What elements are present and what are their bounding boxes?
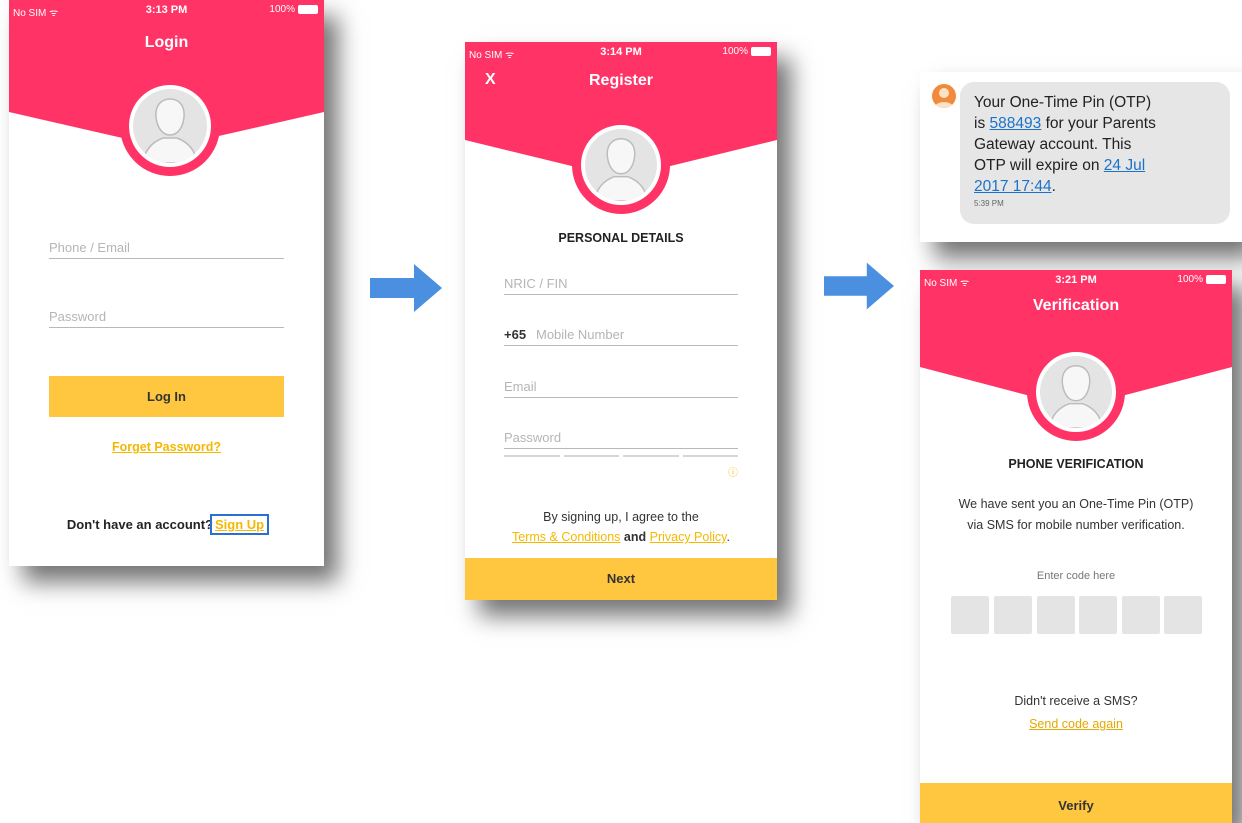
user-silhouette-icon — [1048, 364, 1104, 428]
login-button[interactable]: Log In — [49, 376, 284, 417]
period: . — [726, 530, 730, 544]
password-placeholder: Password — [504, 430, 562, 445]
mobile-placeholder: Mobile Number — [536, 327, 625, 342]
expiry-date-link[interactable]: 24 Jul — [1104, 157, 1145, 174]
resend-row: Send code again — [920, 717, 1232, 731]
mobile-input[interactable]: +65 Mobile Number — [504, 325, 738, 346]
battery-icon — [298, 5, 318, 14]
sms-line: Your One-Time Pin (OTP) — [974, 94, 1152, 111]
password-input[interactable]: Password — [49, 307, 284, 328]
strength-segment — [682, 455, 738, 457]
terms-text: By signing up, I agree to the Terms & Co… — [465, 507, 777, 547]
user-silhouette-icon — [142, 98, 198, 163]
sms-line: OTP will expire on 24 Jul — [974, 157, 1146, 174]
no-account-text: Don't have an account? — [66, 517, 213, 532]
no-sms-text: Didn't receive a SMS? — [1014, 694, 1138, 708]
sms-message: Your One-Time Pin (OTP) is 588493 for yo… — [920, 72, 1242, 242]
verify-button[interactable]: Verify — [920, 783, 1232, 823]
terms-link[interactable]: Terms & Conditions — [512, 530, 620, 544]
section-title: PHONE VERIFICATION — [1008, 457, 1144, 471]
signup-link[interactable]: Sign Up — [209, 514, 270, 535]
login-screen: No SIM ᯤ 3:13 PM 100% Login Phone / Emai… — [9, 0, 324, 566]
verification-message: We have sent you an One-Time Pin (OTP) v… — [920, 494, 1232, 536]
otp-digit-box[interactable] — [1122, 596, 1160, 634]
sender-avatar-icon — [932, 84, 956, 108]
and-text: and — [623, 530, 647, 544]
status-bar: No SIM ᯤ 3:13 PM 100% — [9, 0, 324, 20]
strength-segment — [563, 455, 619, 457]
otp-digit-box[interactable] — [951, 596, 989, 634]
terms-prefix: By signing up, I agree to the — [543, 510, 699, 524]
forget-password-link[interactable]: Forget Password? — [112, 440, 221, 454]
avatar[interactable] — [572, 116, 670, 214]
phone-email-input[interactable]: Phone / Email — [49, 238, 284, 259]
password-strength-meter — [504, 455, 738, 457]
nric-input[interactable]: NRIC / FIN — [504, 274, 738, 295]
country-code: +65 — [504, 327, 527, 342]
email-input[interactable]: Email — [504, 377, 738, 398]
section-title: PERSONAL DETAILS — [558, 231, 684, 245]
otp-digit-box[interactable] — [1164, 596, 1202, 634]
forget-password-row: Forget Password? — [9, 440, 324, 454]
code-label: Enter code here — [1036, 570, 1116, 582]
expiry-time-link[interactable]: 2017 17:44 — [974, 178, 1052, 195]
sms-line: is 588493 for your Parents — [974, 115, 1156, 132]
battery-icon — [1206, 275, 1226, 284]
otp-digit-box[interactable] — [1037, 596, 1075, 634]
avatar[interactable] — [1027, 343, 1125, 441]
status-bar: No SIM ᯤ 3:14 PM 100% — [465, 42, 777, 62]
next-button[interactable]: Next — [465, 558, 777, 600]
message-line: We have sent you an One-Time Pin (OTP) — [958, 497, 1194, 511]
send-code-again-link[interactable]: Send code again — [1029, 717, 1123, 731]
otp-digit-box[interactable] — [1079, 596, 1117, 634]
password-placeholder: Password — [49, 309, 107, 324]
signup-row: Don't have an account? Sign Up — [9, 514, 324, 535]
otp-code-link[interactable]: 588493 — [990, 115, 1042, 132]
password-input[interactable]: Password — [504, 428, 738, 449]
privacy-link[interactable]: Privacy Policy — [650, 530, 727, 544]
sms-line: Gateway account. This — [974, 136, 1132, 153]
battery-icon — [751, 47, 771, 56]
message-line: via SMS for mobile number verification. — [967, 518, 1185, 532]
strength-segment — [504, 455, 560, 457]
page-title: Register — [588, 72, 654, 89]
strength-segment — [623, 455, 679, 457]
battery-indicator: 100% — [269, 4, 318, 15]
battery-indicator: 100% — [722, 46, 771, 57]
battery-indicator: 100% — [1177, 274, 1226, 285]
arrow-right-icon — [370, 264, 442, 312]
status-bar: No SIM ᯤ 3:21 PM 100% — [920, 270, 1232, 290]
phone-email-placeholder: Phone / Email — [49, 240, 130, 255]
nric-placeholder: NRIC / FIN — [504, 276, 568, 291]
verification-screen: No SIM ᯤ 3:21 PM 100% Verification PHONE… — [920, 270, 1232, 823]
page-title: Login — [144, 34, 189, 51]
register-screen: No SIM ᯤ 3:14 PM 100% X Register PERSONA… — [465, 42, 777, 600]
otp-digit-box[interactable] — [994, 596, 1032, 634]
arrow-right-icon — [824, 262, 894, 310]
terms-links-row: Terms & Conditions and Privacy Policy. — [465, 527, 777, 547]
email-placeholder: Email — [504, 379, 537, 394]
sms-timestamp: 5:39 PM — [974, 199, 1004, 208]
page-title: Verification — [1032, 297, 1120, 314]
avatar[interactable] — [120, 76, 220, 176]
sms-line: 2017 17:44. — [974, 178, 1056, 195]
info-icon[interactable]: ⓘ — [728, 464, 738, 479]
sms-bubble: Your One-Time Pin (OTP) is 588493 for yo… — [960, 82, 1230, 224]
user-silhouette-icon — [593, 137, 649, 201]
